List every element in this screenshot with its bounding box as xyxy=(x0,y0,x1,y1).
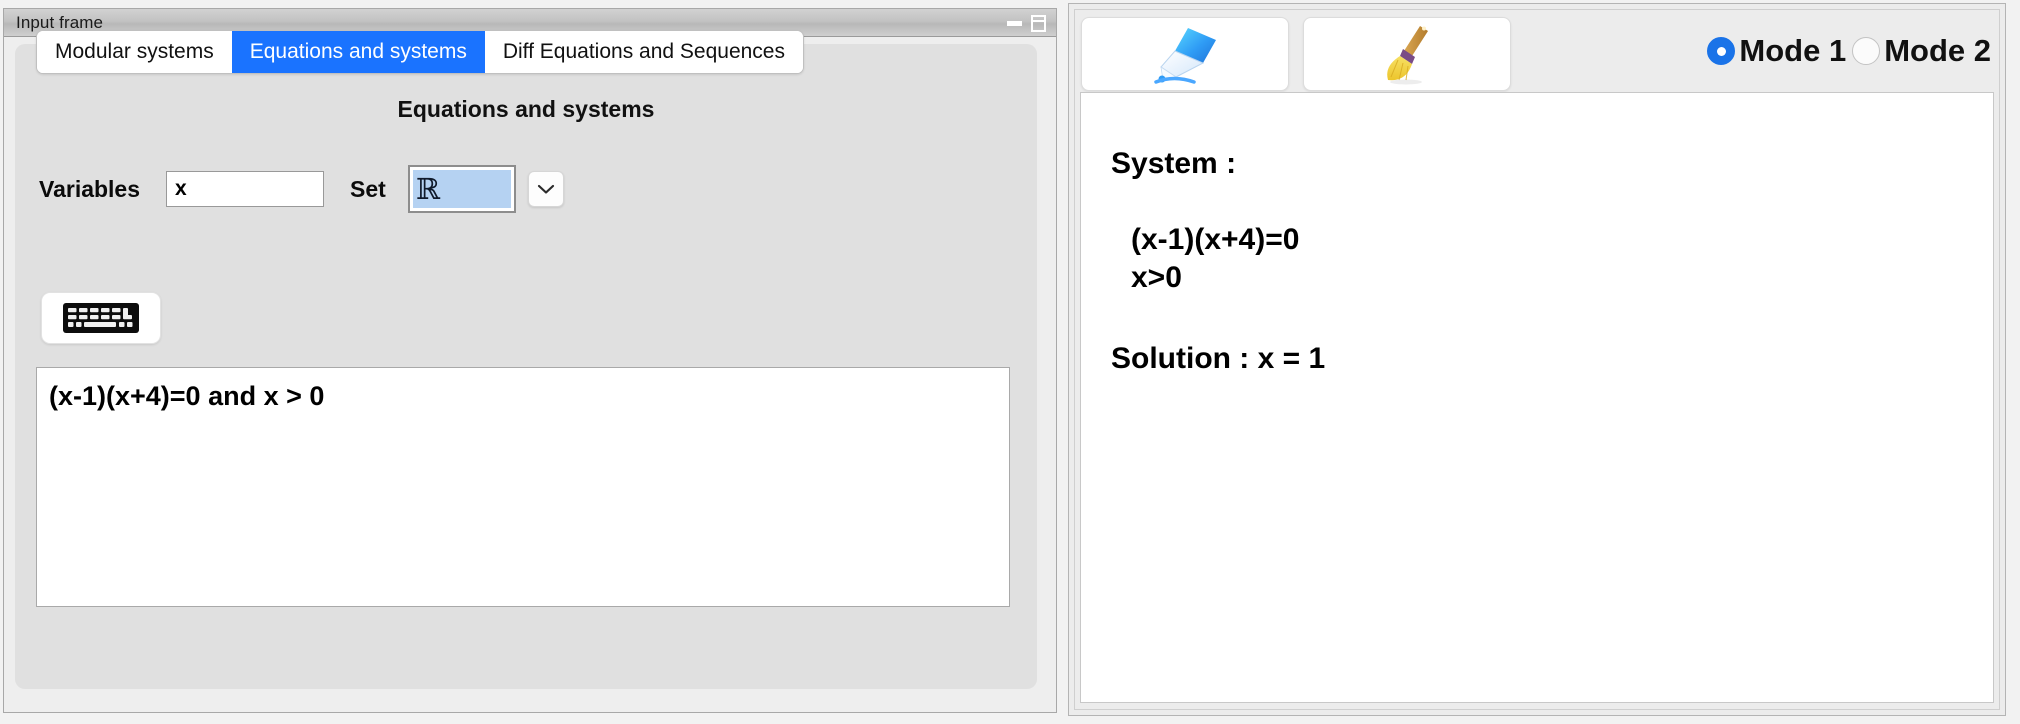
keyboard-icon xyxy=(63,303,139,333)
maximize-icon[interactable] xyxy=(1031,14,1046,32)
mode-2-label: Mode 2 xyxy=(1884,33,1991,68)
input-frame-window: Input frame Modular systems Equations an… xyxy=(3,8,1057,713)
window-controls xyxy=(1007,9,1046,37)
radio-unselected-icon xyxy=(1852,37,1881,65)
mode-1-radio[interactable]: Mode 1 xyxy=(1707,33,1846,69)
equations-panel-card: Modular systems Equations and systems Di… xyxy=(15,30,1037,689)
variables-row: Variables Set ℝ xyxy=(39,162,564,216)
variables-label: Variables xyxy=(39,175,141,202)
chevron-down-icon xyxy=(537,184,554,194)
section-heading: Equations and systems xyxy=(397,96,655,122)
output-panel-inner: Mode 1 Mode 2 System : (x-1)(x+4)=0 x>0 … xyxy=(1074,9,2000,710)
tab-modular-systems[interactable]: Modular systems xyxy=(37,31,232,73)
mode-1-label: Mode 1 xyxy=(1739,33,1847,68)
mode-2-radio[interactable]: Mode 2 xyxy=(1852,33,1991,69)
set-label: Set xyxy=(350,175,386,202)
system-equations: (x-1)(x+4)=0 x>0 xyxy=(1111,221,1993,296)
virtual-keyboard-button[interactable] xyxy=(41,292,161,344)
tab-diff-equations-and-sequences[interactable]: Diff Equations and Sequences xyxy=(484,31,803,73)
radio-selected-icon xyxy=(1707,37,1736,65)
mode-radio-group: Mode 1 Mode 2 xyxy=(1707,33,1991,69)
window-body: Modular systems Equations and systems Di… xyxy=(4,30,1056,712)
system-block: System : (x-1)(x+4)=0 x>0 xyxy=(1111,147,1993,296)
set-field-highlight: ℝ xyxy=(412,170,511,208)
output-panel: Mode 1 Mode 2 System : (x-1)(x+4)=0 x>0 … xyxy=(1068,3,2006,716)
clear-button[interactable] xyxy=(1303,16,1511,91)
expression-input[interactable] xyxy=(36,367,1010,607)
broom-icon xyxy=(1387,25,1428,84)
output-toolbar: Mode 1 Mode 2 xyxy=(1075,10,1999,92)
output-result-area: System : (x-1)(x+4)=0 x>0 Solution : x =… xyxy=(1080,92,1994,703)
system-heading: System : xyxy=(1111,147,1237,180)
variables-input[interactable] xyxy=(166,171,325,207)
solution-line: Solution : x = 1 xyxy=(1111,342,1326,375)
minimize-icon[interactable] xyxy=(1007,20,1022,26)
set-dropdown-button[interactable] xyxy=(527,171,564,207)
solve-button[interactable] xyxy=(1081,16,1289,91)
set-value: ℝ xyxy=(415,171,440,206)
tab-strip: Modular systems Equations and systems Di… xyxy=(36,30,804,74)
system-equation-line: x>0 xyxy=(1131,260,1182,294)
tab-equations-and-systems[interactable]: Equations and systems xyxy=(231,31,485,73)
system-equation-line: (x-1)(x+4)=0 xyxy=(1131,223,1300,256)
pen-icon xyxy=(1154,27,1216,84)
set-field[interactable]: ℝ xyxy=(407,165,516,213)
